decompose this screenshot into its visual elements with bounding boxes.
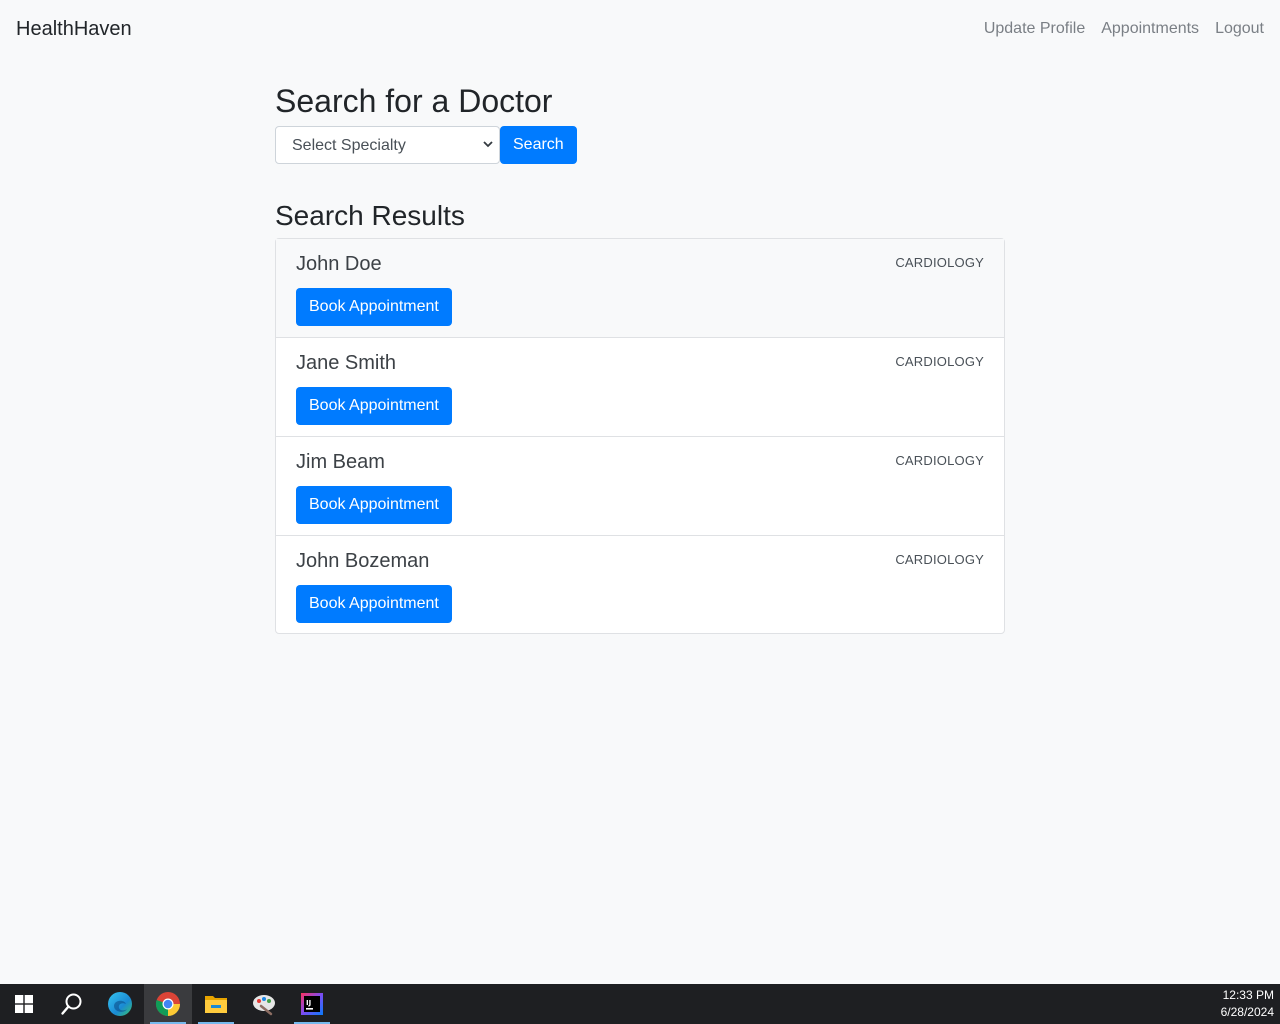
file-explorer-icon[interactable] [192, 984, 240, 1024]
book-appointment-button[interactable]: Book Appointment [296, 585, 452, 623]
doctor-name: Jane Smith [296, 352, 397, 374]
specialty-select-wrapper: Select Specialty [275, 126, 500, 164]
clock-time: 12:33 PM [1222, 988, 1274, 1002]
search-form: Select Specialty Search [275, 126, 1005, 164]
list-item[interactable]: Jim Beam CARDIOLOGY Book Appointment [276, 437, 1004, 536]
main-content: Search for a Doctor Select Specialty Sea… [275, 82, 1005, 634]
list-item[interactable]: John Doe CARDIOLOGY Book Appointment [276, 239, 1004, 338]
svg-text:IJ: IJ [306, 999, 311, 1007]
specialty-label: CARDIOLOGY [895, 453, 984, 468]
nav-links: Update Profile Appointments Logout [984, 20, 1264, 38]
doctor-name: John Doe [296, 253, 382, 275]
book-appointment-button[interactable]: Book Appointment [296, 486, 452, 524]
search-icon[interactable] [48, 984, 96, 1024]
nav-link-appointments[interactable]: Appointments [1101, 20, 1199, 38]
windows-start-icon[interactable] [0, 984, 48, 1024]
intellij-icon[interactable]: IJ [288, 984, 336, 1024]
specialty-label: CARDIOLOGY [895, 255, 984, 270]
system-clock[interactable]: 12:33 PM 6/28/2024 [1221, 987, 1280, 1021]
nav-link-logout[interactable]: Logout [1215, 20, 1264, 38]
specialty-select[interactable]: Select Specialty [275, 126, 500, 164]
clock-date: 6/28/2024 [1220, 1005, 1274, 1019]
specialty-label: CARDIOLOGY [895, 354, 984, 369]
doctor-name: Jim Beam [296, 451, 385, 473]
list-item[interactable]: Jane Smith CARDIOLOGY Book Appointment [276, 338, 1004, 437]
edge-icon[interactable] [96, 984, 144, 1024]
search-button[interactable]: Search [500, 126, 577, 164]
specialty-label: CARDIOLOGY [895, 552, 984, 567]
doctor-name: John Bozeman [296, 550, 430, 572]
paint-icon[interactable] [240, 984, 288, 1024]
chrome-icon[interactable] [144, 984, 192, 1024]
list-item[interactable]: John Bozeman CARDIOLOGY Book Appointment [276, 536, 1004, 633]
page-title: Search for a Doctor [275, 83, 553, 119]
results-title: Search Results [275, 200, 465, 231]
navbar: HealthHaven Update Profile Appointments … [0, 0, 1280, 58]
book-appointment-button[interactable]: Book Appointment [296, 387, 452, 425]
nav-link-update-profile[interactable]: Update Profile [984, 20, 1085, 38]
brand-logo-text[interactable]: HealthHaven [16, 18, 132, 41]
results-list: John Doe CARDIOLOGY Book Appointment Jan… [275, 238, 1005, 634]
book-appointment-button[interactable]: Book Appointment [296, 288, 452, 326]
taskbar: IJ 12:33 PM 6/28/2024 [0, 984, 1280, 1024]
